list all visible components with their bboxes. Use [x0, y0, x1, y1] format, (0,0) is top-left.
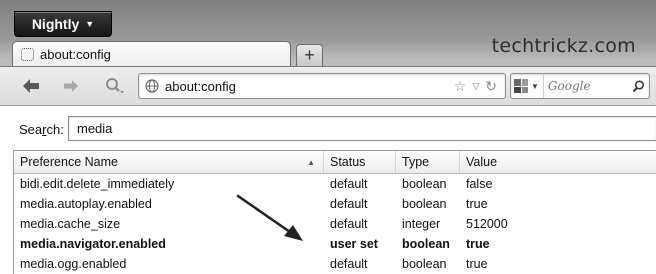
cell-value: true: [466, 237, 490, 251]
tab-label: about:config: [40, 47, 111, 62]
about-config-page: Search: media Preference Name ▲ Status T…: [0, 106, 656, 274]
table-header: Preference Name ▲ Status Type Value: [14, 151, 656, 174]
watermark: techtrickz.com: [491, 35, 636, 57]
dropmarker-icon[interactable]: ▽: [472, 81, 479, 92]
column-header-status[interactable]: Status: [324, 151, 396, 173]
cell-value: true: [466, 197, 488, 211]
magnifier-icon: [632, 79, 644, 92]
star-icon[interactable]: ☆: [454, 78, 467, 95]
chevron-down-icon: ▼: [531, 81, 539, 91]
table-row[interactable]: bidi.edit.delete_immediately default boo…: [14, 174, 656, 194]
search-filter-input[interactable]: media: [68, 116, 656, 141]
cell-preference-name: bidi.edit.delete_immediately: [20, 177, 175, 191]
app-menu-button[interactable]: Nightly ▼: [14, 11, 112, 37]
cell-status: default: [330, 257, 368, 271]
search-label: Search:: [19, 122, 64, 137]
tab-about-config[interactable]: about:config: [12, 41, 291, 67]
cell-preference-name: media.cache_size: [20, 217, 121, 231]
column-header-type[interactable]: Type: [396, 151, 460, 173]
search-engine-selector[interactable]: ▼: [511, 74, 544, 98]
cell-type: boolean: [402, 197, 447, 211]
table-row[interactable]: media.ogg.enabled default boolean true: [14, 254, 656, 274]
search-go-button[interactable]: [627, 79, 649, 93]
column-header-preference-name[interactable]: Preference Name ▲: [14, 151, 324, 173]
preferences-table[interactable]: Preference Name ▲ Status Type Value bidi…: [13, 150, 656, 274]
cell-value: true: [466, 257, 488, 271]
search-filter-value: media: [77, 121, 113, 136]
back-arrow-icon: [23, 79, 39, 93]
filter-row: Search: media: [0, 114, 656, 142]
cell-status: default: [330, 217, 368, 231]
url-bar-icons: ☆ ▽ ↻: [454, 78, 505, 95]
url-bar[interactable]: about:config ☆ ▽ ↻: [138, 73, 506, 99]
new-tab-button[interactable]: +: [296, 44, 323, 66]
reload-icon[interactable]: ↻: [485, 78, 497, 95]
identity-button[interactable]: [100, 76, 130, 96]
cell-preference-name: media.ogg.enabled: [20, 257, 127, 271]
cell-type: integer: [402, 217, 441, 231]
cell-status: user set: [330, 237, 378, 251]
url-text[interactable]: about:config: [165, 79, 454, 94]
navigation-toolbar: about:config ☆ ▽ ↻ ▼ Google: [0, 66, 656, 106]
column-header-value[interactable]: Value: [460, 151, 656, 173]
blank-page-icon: [21, 48, 34, 61]
cell-type: boolean: [402, 177, 447, 191]
cell-type: boolean: [402, 257, 447, 271]
cell-preference-name: media.autoplay.enabled: [20, 197, 152, 211]
app-menu-label: Nightly: [31, 16, 80, 32]
table-row-modified[interactable]: media.navigator.enabled user set boolean…: [14, 234, 656, 254]
magnifier-icon: [106, 78, 124, 94]
chevron-down-icon: ▼: [85, 19, 95, 29]
table-row[interactable]: media.cache_size default integer 512000: [14, 214, 656, 234]
plus-icon: +: [304, 45, 315, 65]
cell-status: default: [330, 177, 368, 191]
cell-value: 512000: [466, 217, 508, 231]
search-engine-icon: [514, 79, 528, 93]
cell-preference-name: media.navigator.enabled: [20, 237, 166, 251]
forward-arrow-icon: [64, 80, 78, 92]
forward-button[interactable]: [58, 76, 84, 96]
globe-icon: [145, 79, 159, 93]
cell-value: false: [466, 177, 493, 191]
table-row[interactable]: media.autoplay.enabled default boolean t…: [14, 194, 656, 214]
cell-status: default: [330, 197, 368, 211]
search-bar[interactable]: ▼ Google: [510, 73, 650, 99]
browser-window: Nightly ▼ techtrickz.com about:config +: [0, 0, 656, 274]
sort-ascending-icon: ▲: [307, 157, 315, 167]
search-input[interactable]: Google: [544, 79, 627, 93]
cell-type: boolean: [402, 237, 450, 251]
back-button[interactable]: [18, 76, 44, 96]
